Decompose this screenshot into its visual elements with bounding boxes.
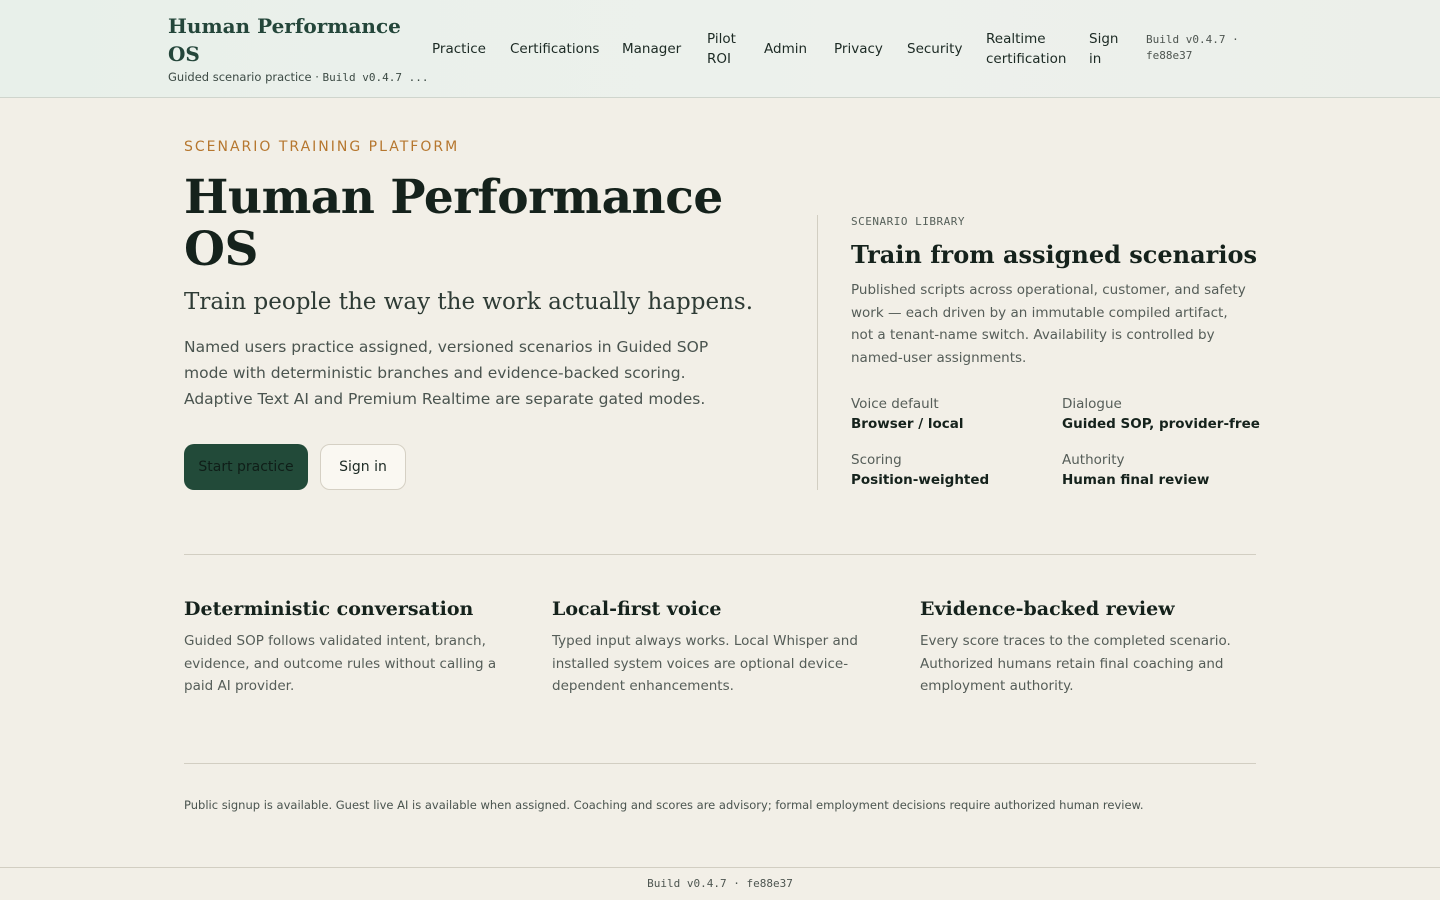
section-divider — [184, 763, 1256, 764]
fact-value: Guided SOP, provider-free — [1062, 416, 1260, 432]
fact-scoring: Scoring Position-weighted — [851, 450, 1051, 490]
brand-subtitle: Guided scenario practice · Build v0.4.7 … — [168, 70, 429, 84]
advisory-notice: Public signup is available. Guest live A… — [184, 798, 1144, 812]
fact-voice-default: Voice default Browser / local — [851, 394, 1051, 434]
site-footer: Build v0.4.7 · fe88e37 — [0, 867, 1440, 900]
fact-value: Human final review — [1062, 472, 1210, 488]
hero-eyebrow: SCENARIO TRAINING PLATFORM — [184, 139, 460, 155]
fact-label: Scoring — [851, 452, 902, 468]
fact-dialogue: Dialogue Guided SOP, provider-free — [1062, 394, 1262, 434]
library-eyebrow: SCENARIO LIBRARY — [851, 215, 965, 228]
feature-evidence-backed-review: Evidence-backed review Every score trace… — [920, 596, 1260, 698]
section-divider — [184, 554, 1256, 555]
sign-in-button[interactable]: Sign in — [320, 444, 406, 490]
footer-build-info: Build v0.4.7 · fe88e37 — [647, 877, 793, 890]
hero-tagline: Train people the way the work actually h… — [184, 289, 754, 315]
nav-practice[interactable]: Practice — [432, 39, 486, 59]
brand-title[interactable]: Human Performance OS — [168, 12, 408, 68]
feature-description: Typed input always works. Local Whisper … — [552, 633, 858, 694]
hero-title: Human Performance OS — [184, 170, 723, 277]
nav-manager[interactable]: Manager — [622, 39, 681, 59]
feature-description: Every score traces to the completed scen… — [920, 633, 1231, 694]
feature-local-first-voice: Local-first voice Typed input always wor… — [552, 596, 892, 698]
fact-value: Browser / local — [851, 416, 964, 432]
fact-label: Dialogue — [1062, 396, 1122, 412]
nav-certifications[interactable]: Certifications — [510, 39, 599, 59]
feature-title: Local-first voice — [552, 598, 722, 620]
brand-subtitle-text: Guided scenario practice · — [168, 70, 323, 84]
nav-admin[interactable]: Admin — [764, 39, 807, 59]
library-title: Train from assigned scenarios — [851, 240, 1257, 269]
site-header: Human Performance OS Guided scenario pra… — [0, 0, 1440, 98]
feature-description: Guided SOP follows validated intent, bra… — [184, 633, 497, 694]
feature-title: Evidence-backed review — [920, 598, 1175, 620]
nav-realtime-certification[interactable]: Realtime certification — [986, 29, 1076, 69]
feature-title: Deterministic conversation — [184, 598, 474, 620]
brand[interactable]: Human Performance OS Guided scenario pra… — [168, 12, 429, 84]
fact-value: Position-weighted — [851, 472, 990, 488]
library-description: Published scripts across operational, cu… — [851, 282, 1246, 366]
nav-sign-in[interactable]: Sign in — [1089, 29, 1125, 69]
fact-label: Voice default — [851, 396, 939, 412]
panel-divider — [817, 215, 818, 490]
nav-privacy[interactable]: Privacy — [834, 39, 883, 59]
start-practice-button[interactable]: Start practice — [184, 444, 308, 490]
header-build-info: Build v0.4.7 · fe88e37 — [1146, 33, 1239, 62]
feature-deterministic-conversation: Deterministic conversation Guided SOP fo… — [184, 596, 524, 698]
hero-description: Named users practice assigned, versioned… — [184, 338, 709, 408]
fact-label: Authority — [1062, 452, 1125, 468]
fact-authority: Authority Human final review — [1062, 450, 1262, 490]
nav-pilot-roi[interactable]: Pilot ROI — [707, 29, 747, 69]
brand-build-label: Build v0.4.7 ... — [322, 71, 429, 84]
nav-security[interactable]: Security — [907, 39, 962, 59]
